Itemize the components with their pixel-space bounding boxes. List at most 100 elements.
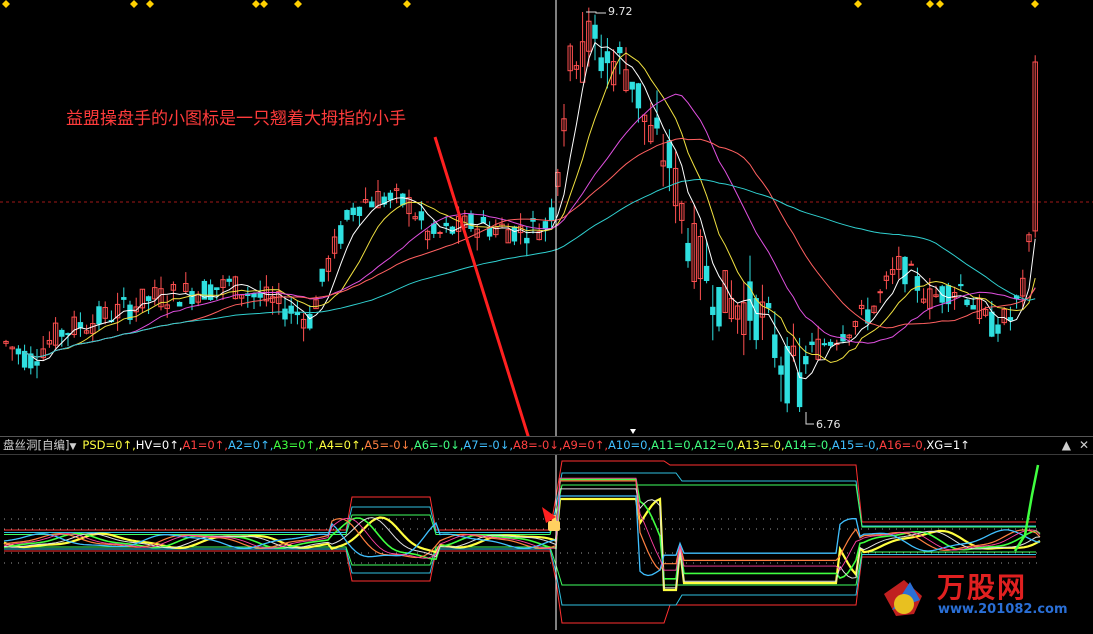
- candle: [145, 295, 152, 315]
- candle: [734, 303, 741, 334]
- watermark-brand: 万股网: [937, 571, 1028, 604]
- candle-body: [765, 303, 772, 309]
- envelope-line: [4, 460, 1036, 531]
- candle-body: [617, 47, 623, 54]
- candle: [796, 337, 803, 412]
- panel-window-buttons: ▲ ✕: [1054, 437, 1089, 454]
- candle: [183, 272, 189, 294]
- candle: [1001, 307, 1007, 326]
- candle: [486, 221, 493, 241]
- candle: [1026, 232, 1032, 252]
- candle: [920, 288, 927, 304]
- candle: [883, 271, 890, 290]
- main-chart-panel[interactable]: [0, 0, 1093, 436]
- annotation-arrow-line: [433, 136, 530, 436]
- candle: [759, 284, 766, 341]
- candle: [102, 301, 108, 325]
- candle: [772, 311, 778, 368]
- candle: [300, 313, 307, 342]
- ma60-line: [24, 178, 1036, 358]
- candle: [598, 34, 604, 79]
- candle: [46, 331, 53, 348]
- candle: [96, 300, 102, 331]
- candle: [263, 275, 270, 307]
- candle-body: [145, 296, 152, 302]
- indicator-value: A12=0,: [694, 438, 738, 452]
- event-diamond-icon: [260, 0, 268, 8]
- ma5-line: [24, 41, 1036, 380]
- indicator-value: A3=0↑,: [273, 438, 319, 452]
- maximize-panel-icon[interactable]: ▲: [1062, 438, 1071, 452]
- candle: [375, 179, 381, 209]
- candle: [908, 260, 914, 266]
- indicator-name-dropdown[interactable]: 盘丝洞[自编]▼: [0, 438, 82, 452]
- candle: [753, 294, 759, 350]
- candlestick-chart[interactable]: [0, 0, 1093, 436]
- candle: [319, 268, 325, 287]
- candle: [245, 286, 251, 308]
- candle: [195, 291, 201, 307]
- candle: [52, 317, 59, 349]
- candle-body: [59, 329, 65, 337]
- candle: [344, 209, 350, 222]
- watermark-url: www.201082.com: [938, 602, 1068, 617]
- candle-body: [604, 51, 611, 64]
- indicator-value: A6=-0↓,: [413, 438, 464, 452]
- candle: [269, 286, 276, 315]
- dropdown-triangle-icon: ▼: [69, 442, 77, 452]
- candle: [77, 312, 84, 337]
- candle: [158, 276, 164, 311]
- indicator-value: A16=-0,: [879, 438, 927, 452]
- candle: [561, 104, 567, 147]
- candle: [424, 229, 431, 250]
- candle: [852, 320, 859, 335]
- candle-body: [21, 350, 28, 368]
- candle: [747, 255, 753, 341]
- event-diamond-icon: [146, 0, 154, 8]
- candle: [728, 280, 735, 323]
- candle-body: [34, 361, 40, 366]
- candle-body: [803, 356, 809, 365]
- candle-body: [542, 221, 549, 230]
- candle: [114, 292, 121, 331]
- indicator-header-bar: 盘丝洞[自编]▼ PSD=0↑,HV=0↑,A1=0↑,A2=0↑,A3=0↑,A…: [0, 436, 1093, 455]
- candle-body: [486, 227, 493, 237]
- candle-body: [685, 242, 691, 262]
- ma30-line: [24, 137, 1036, 358]
- candle: [28, 346, 34, 375]
- candle-body: [121, 297, 127, 300]
- low-price-label: 6.76: [816, 418, 841, 431]
- candle-body: [418, 211, 425, 221]
- close-panel-icon[interactable]: ✕: [1079, 438, 1089, 452]
- candle: [176, 301, 183, 307]
- candle: [877, 289, 883, 303]
- indicator-value: A7=-0↓,: [463, 438, 513, 452]
- candle-body: [226, 278, 232, 282]
- candle-body: [356, 206, 363, 216]
- candle-body: [902, 256, 908, 285]
- candle: [362, 187, 369, 204]
- candle-body: [908, 263, 914, 266]
- candle: [406, 189, 412, 227]
- indicator-value: A14=-0,: [784, 438, 832, 452]
- candle-body: [710, 306, 716, 315]
- candle: [834, 339, 840, 351]
- candle: [443, 216, 449, 233]
- candle: [685, 228, 691, 268]
- candle: [356, 206, 363, 226]
- low-leader-line: [805, 412, 814, 425]
- candle-body: [338, 225, 344, 244]
- candle: [592, 14, 598, 61]
- candle: [350, 202, 356, 222]
- indicator-value: A11=0,: [651, 438, 695, 452]
- candle: [90, 314, 96, 343]
- candle: [276, 282, 282, 315]
- candle: [579, 12, 586, 83]
- candle-body: [511, 226, 518, 242]
- envelope-line: [4, 484, 1036, 535]
- candle: [672, 151, 679, 224]
- candle-body: [827, 341, 834, 346]
- candle: [257, 280, 263, 307]
- candle-body: [15, 348, 22, 355]
- indicator-value: A13=-0,: [737, 438, 785, 452]
